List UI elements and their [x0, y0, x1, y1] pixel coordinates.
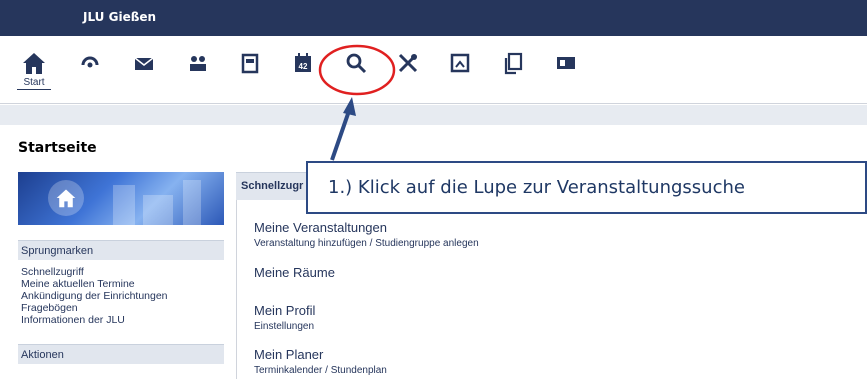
entry-my-planner: Mein Planer Terminkalender / Stundenplan — [254, 347, 387, 376]
main-navigation: Start 42 — [0, 36, 867, 104]
jump-link-current-dates[interactable]: Meine aktuellen Termine — [21, 278, 221, 290]
sidebar: Sprungmarken Schnellzugriff Meine aktuel… — [18, 172, 224, 364]
jump-link-jlu-info[interactable]: Informationen der JLU — [21, 314, 221, 326]
entry-subtitle[interactable]: Veranstaltung hinzufügen / Studiengruppe… — [254, 238, 479, 249]
jump-marks-heading: Sprungmarken — [18, 240, 224, 260]
entry-title[interactable]: Mein Profil — [254, 303, 315, 318]
magnifier-icon — [346, 53, 367, 74]
admin-icon — [450, 53, 470, 73]
nav-item-start-label: Start — [23, 77, 45, 88]
entry-subtitle[interactable]: Terminkalender / Stundenplan — [254, 365, 387, 376]
jump-link-quick-access[interactable]: Schnellzugriff — [21, 266, 221, 278]
jump-link-questionnaires[interactable]: Fragebögen — [21, 302, 221, 314]
entry-subtitle[interactable]: Einstellungen — [254, 321, 315, 332]
nav-item-activity[interactable] — [73, 50, 107, 90]
nav-item-messages[interactable] — [127, 50, 161, 90]
tools-icon — [398, 53, 418, 73]
home-banner-icon — [48, 180, 84, 216]
sub-navigation-strip — [0, 105, 867, 125]
contents-icon — [557, 57, 575, 69]
entry-title[interactable]: Meine Räume — [254, 265, 335, 280]
page-title: Startseite — [18, 140, 97, 156]
entry-title[interactable]: Mein Planer — [254, 347, 387, 362]
activity-icon — [81, 56, 99, 68]
instruction-callout: 1.) Klick auf die Lupe zur Veranstaltung… — [306, 161, 867, 214]
nav-item-start[interactable]: Start — [17, 50, 51, 90]
jump-marks-list: Schnellzugriff Meine aktuellen Termine A… — [18, 260, 224, 326]
sidebar-banner — [18, 172, 224, 225]
nav-item-tools[interactable] — [391, 50, 425, 90]
entry-my-rooms: Meine Räume — [254, 265, 335, 280]
house-icon — [23, 53, 45, 74]
people-icon — [190, 56, 206, 71]
nav-item-contents[interactable] — [549, 50, 583, 90]
nav-item-community[interactable] — [181, 50, 215, 90]
entry-title[interactable]: Meine Veranstaltungen — [254, 220, 479, 235]
documents-icon — [504, 52, 523, 75]
envelope-icon — [134, 57, 154, 70]
entry-my-courses: Meine Veranstaltungen Veranstaltung hinz… — [254, 220, 479, 249]
nav-item-search[interactable] — [339, 50, 373, 90]
calendar-badge: 42 — [299, 62, 308, 71]
callout-text: 1.) Klick auf die Lupe zur Veranstaltung… — [328, 177, 745, 198]
entry-my-profile: Mein Profil Einstellungen — [254, 303, 315, 332]
nav-item-documents[interactable] — [497, 50, 531, 90]
jump-link-announcements[interactable]: Ankündigung der Einrichtungen — [21, 290, 221, 302]
calendar-icon: 42 — [295, 53, 311, 72]
brand-title: JLU Gießen — [83, 10, 157, 24]
top-bar: JLU Gießen — [0, 0, 867, 36]
actions-heading: Aktionen — [18, 344, 224, 364]
nav-item-planner[interactable]: 42 — [286, 50, 320, 90]
profile-icon — [241, 53, 259, 74]
nav-item-profile[interactable] — [233, 50, 267, 90]
nav-item-admin[interactable] — [443, 50, 477, 90]
